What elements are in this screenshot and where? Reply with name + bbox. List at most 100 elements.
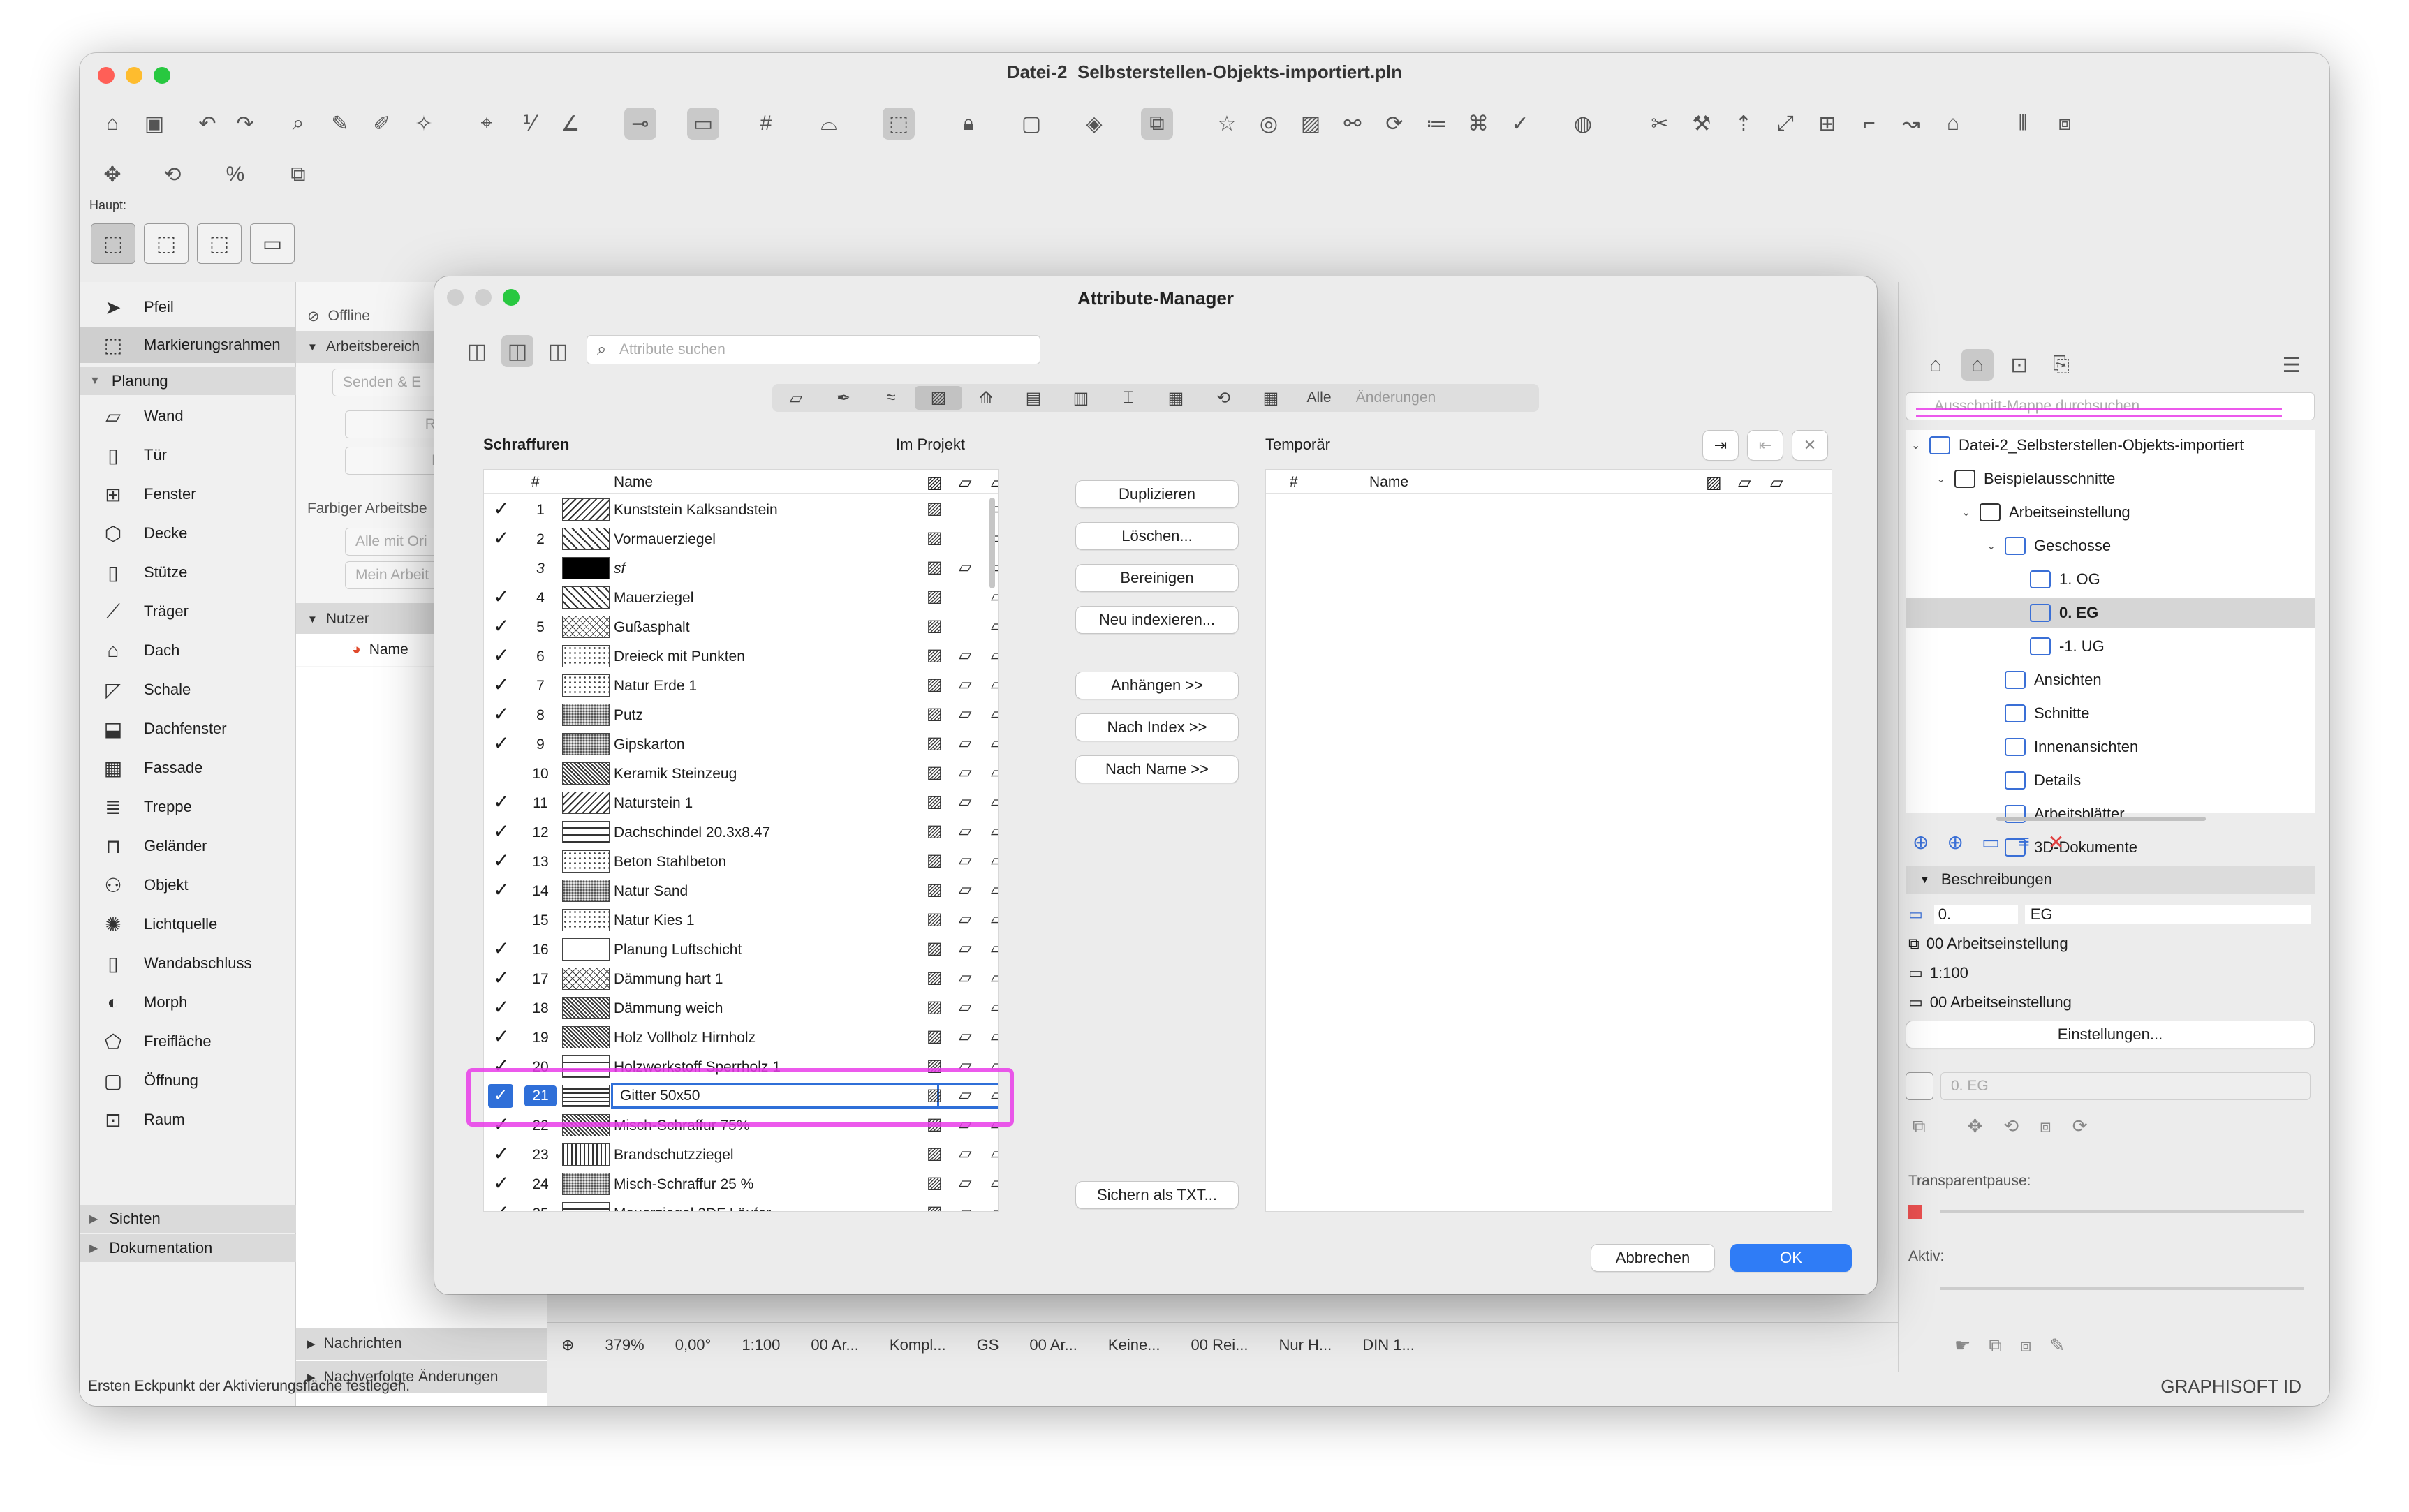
- list-icon[interactable]: ≔: [1420, 108, 1452, 140]
- tool-raum[interactable]: ⊡ Raum: [80, 1102, 296, 1138]
- tool-treppe[interactable]: ≣ Treppe: [80, 789, 296, 825]
- roof-tool-icon[interactable]: ⌂: [1937, 108, 1969, 140]
- einstellungen-button[interactable]: Einstellungen...: [1906, 1021, 2315, 1048]
- renovation[interactable]: 00 Rei...: [1191, 1336, 1248, 1354]
- split-icon[interactable]: ⊞: [1811, 108, 1843, 140]
- table-row[interactable]: ✓ 8 Putz ▨ ▱ ▱: [484, 700, 998, 729]
- project-map-icon[interactable]: ⌂: [1961, 349, 1994, 381]
- layout-book-icon[interactable]: ⊡: [2003, 349, 2035, 381]
- table-row[interactable]: ✓ 5 Gußasphalt ▨ ▱: [484, 612, 998, 642]
- angle-value[interactable]: 0,00°: [675, 1336, 712, 1354]
- table-row[interactable]: ✓ 14 Natur Sand ▨ ▱ ▱: [484, 876, 998, 905]
- table-row[interactable]: ✓25 Mauerziegel 2DF Läufer ▨ ▱ ▱: [484, 1199, 998, 1211]
- dual-panel-icon[interactable]: ◫: [501, 335, 533, 367]
- single-panel-icon[interactable]: ◫: [461, 335, 493, 367]
- col-name[interactable]: Name: [614, 474, 653, 491]
- table-row[interactable]: ✓ 17 Dämmung hart 1 ▨ ▱ ▱: [484, 964, 998, 993]
- erase-icon[interactable]: ✎: [2049, 1335, 2065, 1357]
- tab-alle[interactable]: Alle: [1295, 390, 1343, 406]
- temp-col-name[interactable]: Name: [1369, 474, 1408, 491]
- percent-icon[interactable]: %: [219, 158, 251, 191]
- clone-icon[interactable]: ⊕: [1947, 831, 1963, 854]
- delete-icon[interactable]: ✕: [2048, 831, 2064, 854]
- tool-träger[interactable]: ⟋ Träger: [80, 593, 296, 630]
- align-icon[interactable]: ⫴: [2007, 108, 2039, 140]
- tree-item[interactable]: Innenansichten: [1906, 732, 2315, 762]
- frame-select-icon[interactable]: ▭: [250, 223, 295, 264]
- sichern-txt-button[interactable]: Sichern als TXT...: [1075, 1181, 1239, 1209]
- corner-icon[interactable]: ⌐: [1853, 108, 1885, 140]
- tool-tür[interactable]: ▯ Tür: [80, 437, 296, 473]
- rotate-trace-icon[interactable]: ⟲: [2003, 1116, 2019, 1138]
- scale-value[interactable]: 1:100: [742, 1336, 780, 1354]
- group-icon[interactable]: ⧉: [1141, 108, 1173, 140]
- curve-icon[interactable]: ↝: [1895, 108, 1927, 140]
- tree-item[interactable]: Details: [1906, 765, 2315, 796]
- chevron-down-icon[interactable]: ⌄: [1936, 472, 1954, 486]
- tool-stütze[interactable]: ▯ Stütze: [80, 554, 296, 591]
- tree-item[interactable]: ⌄ Datei-2_Selbsterstellen-Objekts-importi…: [1906, 430, 2315, 461]
- properties-icon[interactable]: ≡: [2018, 831, 2029, 854]
- table-row[interactable]: ✓ 11 Naturstein 1 ▨ ▱ ▱: [484, 788, 998, 817]
- plane-icon[interactable]: ▭: [687, 108, 719, 140]
- pen-set[interactable]: GS: [977, 1336, 999, 1354]
- tree-item[interactable]: 1. OG: [1906, 564, 2315, 595]
- beschreibungen-header[interactable]: ▼ Beschreibungen: [1906, 866, 2315, 894]
- work-plane-icon[interactable]: ⌓: [813, 108, 845, 140]
- tree-item[interactable]: -1. UG: [1906, 631, 2315, 662]
- resize-icon[interactable]: ⤢: [1769, 108, 1802, 140]
- tab-markups-icon[interactable]: ▦: [1247, 388, 1295, 408]
- list-scrollbar[interactable]: [989, 498, 995, 588]
- magic-wand-icon[interactable]: ✧: [408, 108, 440, 140]
- partial-structure[interactable]: Nur H...: [1279, 1336, 1332, 1354]
- table-row[interactable]: ✓2Vormauerziegel▨▱: [484, 524, 998, 554]
- abbrechen-button[interactable]: Abbrechen: [1591, 1244, 1715, 1272]
- section-sichten[interactable]: ▶ Sichten: [80, 1205, 296, 1233]
- table-row[interactable]: ✓ 6 Dreieck mit Punkten ▨ ▱ ▱: [484, 642, 998, 671]
- tree-item[interactable]: 0. EG: [1906, 598, 2315, 628]
- tool-öffnung[interactable]: ▢ Öffnung: [80, 1062, 296, 1099]
- structure-display[interactable]: Kompl...: [890, 1336, 946, 1354]
- grid-icon[interactable]: #: [750, 108, 782, 140]
- elevate-icon[interactable]: ⇡: [1727, 108, 1760, 140]
- table-row[interactable]: ✓ 19 Holz Vollholz Hirnholz ▨ ▱ ▱: [484, 1023, 998, 1052]
- open-file-icon[interactable]: ⇥: [1702, 430, 1739, 461]
- tool-schale[interactable]: ◸ Schale: [80, 672, 296, 708]
- color-swatch[interactable]: [1908, 1205, 1922, 1219]
- layers-icon[interactable]: ◎: [1253, 108, 1285, 140]
- guide-line-icon[interactable]: ⊸: [624, 108, 656, 140]
- publisher-icon[interactable]: ⎘: [2045, 349, 2077, 381]
- tool-lichtquelle[interactable]: ✺ Lichtquelle: [80, 906, 296, 942]
- transparency-slider[interactable]: [1940, 1210, 2304, 1213]
- chevron-down-icon[interactable]: ⌄: [1961, 505, 1980, 519]
- tool-dach[interactable]: ⌂ Dach: [80, 632, 296, 669]
- table-row[interactable]: ✓1Kunststein Kalksandstein▨▱: [484, 495, 998, 524]
- chevron-down-icon[interactable]: ⌄: [1911, 438, 1929, 452]
- poly-select-icon[interactable]: ⬚: [197, 223, 242, 264]
- lock-icon[interactable]: 🔒︎: [952, 108, 985, 140]
- tool-fassade[interactable]: ▦ Fassade: [80, 750, 296, 786]
- reset-icon[interactable]: ⟳: [2072, 1116, 2088, 1138]
- col-number[interactable]: #: [531, 474, 540, 491]
- table-row[interactable]: ✓ 23 Brandschutzziegel ▨ ▱ ▱: [484, 1140, 998, 1169]
- temp-col-number[interactable]: #: [1290, 474, 1298, 491]
- circle-tool-icon[interactable]: ◍: [1567, 108, 1599, 140]
- favorite-icon[interactable]: ☆: [1211, 108, 1243, 140]
- table-row[interactable]: ✓ 9 Gipskarton ▨ ▱ ▱: [484, 729, 998, 759]
- section-planung[interactable]: ▼ Planung: [80, 367, 296, 395]
- tool-pfeil[interactable]: ➤ Pfeil: [80, 289, 296, 325]
- table-row[interactable]: ✓ 18 Dämmung weich ▨ ▱ ▱: [484, 993, 998, 1023]
- frame-icon[interactable]: ▢: [1015, 108, 1047, 140]
- table-row[interactable]: ✓ 7 Natur Erde 1 ▨ ▱ ▱: [484, 671, 998, 700]
- tree-item[interactable]: ⌄ Arbeitseinstellung: [1906, 497, 2315, 528]
- loeschen-button[interactable]: Löschen...: [1075, 522, 1239, 550]
- eyedropper-icon[interactable]: ✎: [324, 108, 356, 140]
- dimension-standard[interactable]: DIN 1...: [1362, 1336, 1415, 1354]
- new-folder-icon[interactable]: ▭: [1982, 831, 2000, 854]
- table-row[interactable]: 15 Natur Kies 1 ▨ ▱ ▱: [484, 905, 998, 935]
- tab-surfaces-icon[interactable]: ⟰: [962, 388, 1010, 408]
- tool-wandabschluss[interactable]: ▯ Wandabschluss: [80, 945, 296, 981]
- tool-markierungsrahmen[interactable]: ⬚ Markierungsrahmen: [80, 327, 296, 363]
- table-row[interactable]: 3sf▨▱▱: [484, 554, 998, 583]
- tree-item[interactable]: ⌄ Beispielausschnitte: [1906, 464, 2315, 494]
